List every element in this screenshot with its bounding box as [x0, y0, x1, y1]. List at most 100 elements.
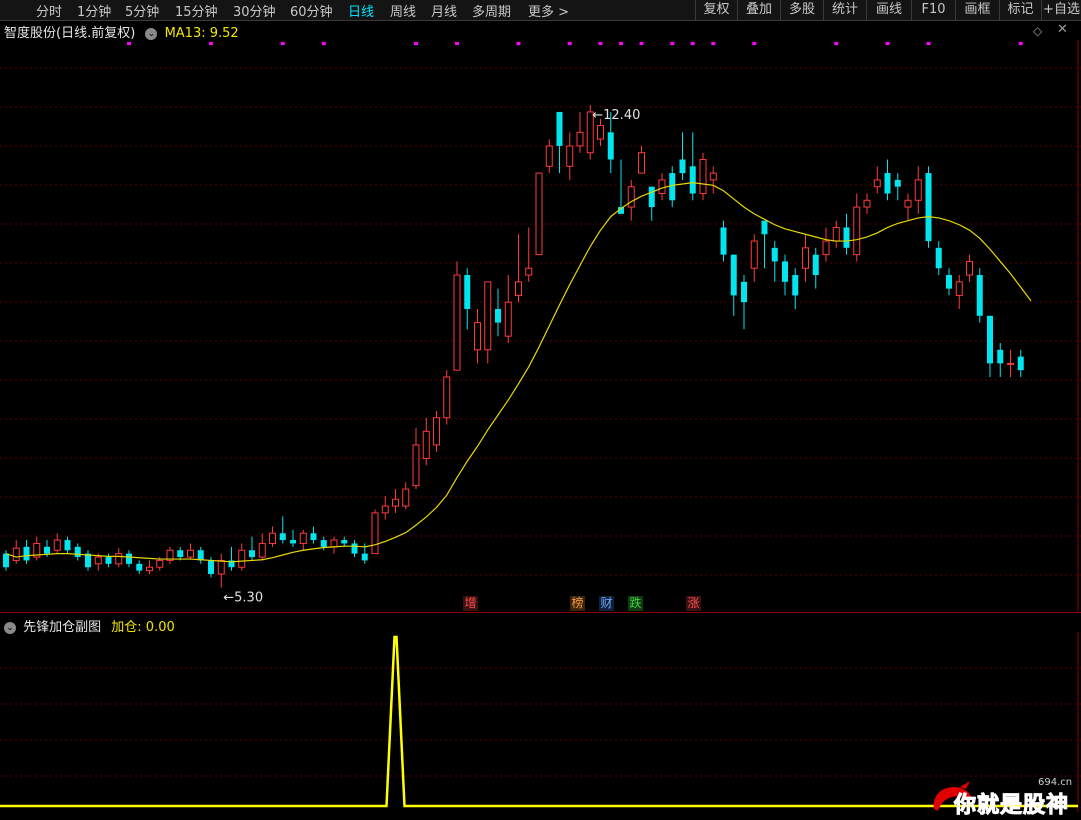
candle[interactable]	[782, 254, 788, 296]
event-marker[interactable]: 跌	[628, 596, 643, 611]
candle[interactable]	[258, 533, 266, 561]
candle[interactable]	[392, 489, 399, 513]
candle[interactable]	[976, 268, 983, 323]
candle[interactable]	[709, 166, 717, 194]
candle[interactable]	[64, 536, 71, 554]
period-tab-6[interactable]: 日线	[348, 1, 374, 20]
candle[interactable]	[228, 546, 235, 571]
candle[interactable]	[433, 410, 440, 452]
candle[interactable]	[741, 275, 747, 330]
candle[interactable]	[914, 166, 922, 214]
candle[interactable]	[279, 516, 286, 544]
diamond-icon[interactable]: ◇	[1033, 24, 1042, 38]
candle[interactable]	[3, 550, 9, 571]
candle[interactable]	[997, 342, 1004, 377]
candle[interactable]	[925, 166, 932, 248]
period-tab-2[interactable]: 5分钟	[125, 1, 159, 20]
candle[interactable]	[556, 111, 563, 174]
close-icon[interactable]: ✕	[1057, 22, 1068, 37]
candle[interactable]	[638, 145, 645, 174]
candle[interactable]	[792, 268, 799, 310]
candle[interactable]	[679, 132, 686, 180]
period-tab-1[interactable]: 1分钟	[77, 1, 111, 20]
candle[interactable]	[422, 417, 430, 466]
candle[interactable]	[843, 213, 850, 255]
candle[interactable]	[177, 546, 184, 561]
candle[interactable]	[136, 560, 143, 575]
event-marker[interactable]: 榜	[570, 596, 585, 611]
candle[interactable]	[618, 159, 624, 214]
toolbar-button-6[interactable]: 画框	[955, 0, 999, 20]
candle[interactable]	[330, 536, 338, 554]
candlestick-chart[interactable]: ←12.40 ←5.30	[0, 40, 1081, 612]
candle[interactable]	[750, 234, 758, 282]
candle[interactable]	[689, 132, 696, 201]
candle[interactable]	[1017, 349, 1024, 377]
candle[interactable]	[699, 152, 707, 201]
candle[interactable]	[576, 111, 584, 153]
candle[interactable]	[535, 172, 543, 256]
candle[interactable]	[269, 526, 276, 547]
candle[interactable]	[310, 526, 317, 544]
candle[interactable]	[290, 529, 296, 547]
candle[interactable]	[515, 234, 522, 303]
candle[interactable]	[873, 166, 881, 194]
toolbar-button-3[interactable]: 统计	[823, 0, 866, 20]
candle[interactable]	[832, 220, 840, 248]
candle[interactable]	[946, 268, 952, 296]
candle[interactable]	[74, 543, 81, 561]
candle[interactable]	[23, 540, 30, 564]
candle[interactable]	[987, 315, 993, 377]
candle[interactable]	[822, 227, 830, 262]
period-tab-7[interactable]: 周线	[390, 1, 416, 20]
chevron-down-icon[interactable]: ⌄	[145, 28, 158, 40]
candle[interactable]	[658, 173, 666, 201]
period-tab-0[interactable]: 分时	[36, 1, 62, 20]
candle[interactable]	[351, 540, 358, 558]
candle[interactable]	[812, 247, 819, 289]
period-tab-10[interactable]: 更多 >	[528, 1, 569, 20]
candle[interactable]	[730, 254, 737, 316]
candle[interactable]	[115, 548, 123, 568]
candle[interactable]	[464, 268, 471, 330]
candle[interactable]	[371, 509, 379, 555]
candle[interactable]	[146, 560, 153, 575]
candle[interactable]	[484, 281, 492, 364]
toolbar-button-4[interactable]: 画线	[866, 0, 911, 20]
candle[interactable]	[474, 309, 481, 364]
candle[interactable]	[238, 543, 246, 571]
candle[interactable]	[884, 159, 891, 201]
candle[interactable]	[720, 220, 727, 262]
period-tab-3[interactable]: 15分钟	[175, 1, 218, 20]
toolbar-button-2[interactable]: 多股	[780, 0, 823, 20]
candle[interactable]	[935, 241, 942, 276]
event-marker[interactable]: 增	[463, 596, 478, 611]
candle[interactable]	[249, 536, 255, 561]
candle[interactable]	[299, 529, 307, 551]
candle[interactable]	[904, 193, 912, 221]
toolbar-button-8[interactable]: +自选	[1041, 0, 1081, 20]
candle[interactable]	[341, 536, 348, 547]
event-marker[interactable]: 财	[599, 596, 614, 611]
candle[interactable]	[412, 427, 420, 490]
candle[interactable]	[525, 227, 533, 282]
candle[interactable]	[761, 220, 768, 269]
sub-indicator-chart[interactable]	[0, 632, 1081, 812]
candle[interactable]	[402, 482, 410, 510]
period-tab-9[interactable]: 多周期	[472, 1, 511, 20]
toolbar-button-7[interactable]: 标记	[999, 0, 1041, 20]
candle[interactable]	[566, 132, 574, 180]
candle[interactable]	[33, 536, 41, 561]
candle[interactable]	[85, 550, 91, 571]
candle[interactable]	[166, 546, 174, 564]
candle[interactable]	[187, 543, 194, 560]
candle[interactable]	[863, 193, 871, 214]
candle[interactable]	[495, 288, 501, 337]
candle[interactable]	[545, 139, 553, 174]
event-marker[interactable]: 涨	[686, 596, 701, 611]
candle[interactable]	[669, 166, 676, 208]
candle[interactable]	[1007, 349, 1014, 377]
period-tab-8[interactable]: 月线	[431, 1, 457, 20]
candle[interactable]	[966, 254, 973, 282]
candle[interactable]	[802, 234, 809, 282]
